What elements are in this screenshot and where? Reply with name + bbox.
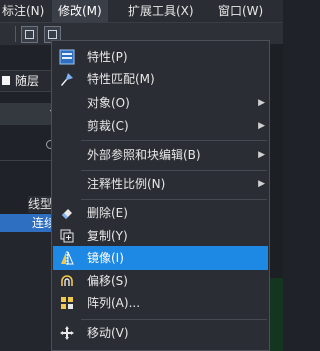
menu-item-clip[interactable]: 剪裁(C) ▶ <box>53 114 268 138</box>
toolbar-button[interactable] <box>21 26 38 43</box>
layer-name: 随层 <box>15 74 40 88</box>
copy-icon <box>59 228 75 244</box>
submenu-arrow-icon: ▶ <box>258 150 265 160</box>
menu-item-mirror[interactable]: 镜像(I) <box>53 246 268 270</box>
properties-icon <box>59 49 75 65</box>
menu-item-copy[interactable]: 复制(Y) <box>53 224 268 248</box>
menu-extension-tools[interactable]: 扩展工具(X) <box>122 0 200 22</box>
menu-separator <box>81 199 267 200</box>
menu-item-label: 偏移(S) <box>87 274 128 288</box>
menu-separator <box>81 140 267 141</box>
menu-item-xref-block-edit[interactable]: 外部参照和块编辑(B) ▶ <box>53 143 268 167</box>
layer-color-swatch <box>2 76 10 85</box>
toolbar-separator <box>15 26 16 42</box>
menu-item-label: 剪裁(C) <box>87 119 129 133</box>
menu-separator <box>81 170 267 171</box>
offset-icon <box>59 273 75 289</box>
move-icon <box>59 325 75 341</box>
match-properties-brush-icon <box>59 71 75 87</box>
menu-item-move[interactable]: 移动(V) <box>53 321 268 345</box>
menu-item-label: 外部参照和块编辑(B) <box>87 148 201 162</box>
submenu-arrow-icon: ▶ <box>258 179 265 189</box>
menu-modify[interactable]: 修改(M) <box>52 0 108 22</box>
menu-dimension[interactable]: 标注(N) <box>0 0 50 22</box>
menu-window[interactable]: 窗口(W) <box>212 0 269 22</box>
menu-item-label: 镜像(I) <box>87 251 124 265</box>
menu-item-offset[interactable]: 偏移(S) <box>53 269 268 293</box>
mirror-icon <box>59 250 75 266</box>
menu-item-label: 阵列(A)... <box>87 296 141 310</box>
drawing-area-edge <box>268 278 283 351</box>
menu-item-annotative-scale[interactable]: 注释性比例(N) ▶ <box>53 172 268 196</box>
menu-item-match-properties[interactable]: 特性匹配(M) <box>53 67 268 91</box>
menu-item-label: 特性匹配(M) <box>87 72 155 86</box>
menu-item-erase[interactable]: 删除(E) <box>53 201 268 225</box>
menu-item-object[interactable]: 对象(O) ▶ <box>53 91 268 115</box>
menu-item-label: 对象(O) <box>87 96 130 110</box>
menu-item-label: 复制(Y) <box>87 229 128 243</box>
menu-item-label: 注释性比例(N) <box>87 177 166 191</box>
menu-separator <box>81 319 267 320</box>
menu-item-label: 移动(V) <box>87 326 129 340</box>
menu-bar: 标注(N) 修改(M) 扩展工具(X) 窗口(W) <box>0 0 283 22</box>
menu-item-array[interactable]: 阵列(A)... <box>53 291 268 315</box>
menu-item-properties[interactable]: 特性(P) <box>53 45 268 69</box>
menu-item-label: 删除(E) <box>87 206 128 220</box>
eraser-icon <box>59 205 75 221</box>
submenu-arrow-icon: ▶ <box>258 121 265 131</box>
modify-menu: 特性(P) 特性匹配(M) 对象(O) ▶ 剪裁(C) ▶ 外部参照和块编辑(B… <box>51 40 270 351</box>
menu-item-label: 特性(P) <box>87 50 128 64</box>
array-icon <box>59 295 75 311</box>
submenu-arrow-icon: ▶ <box>258 98 265 108</box>
